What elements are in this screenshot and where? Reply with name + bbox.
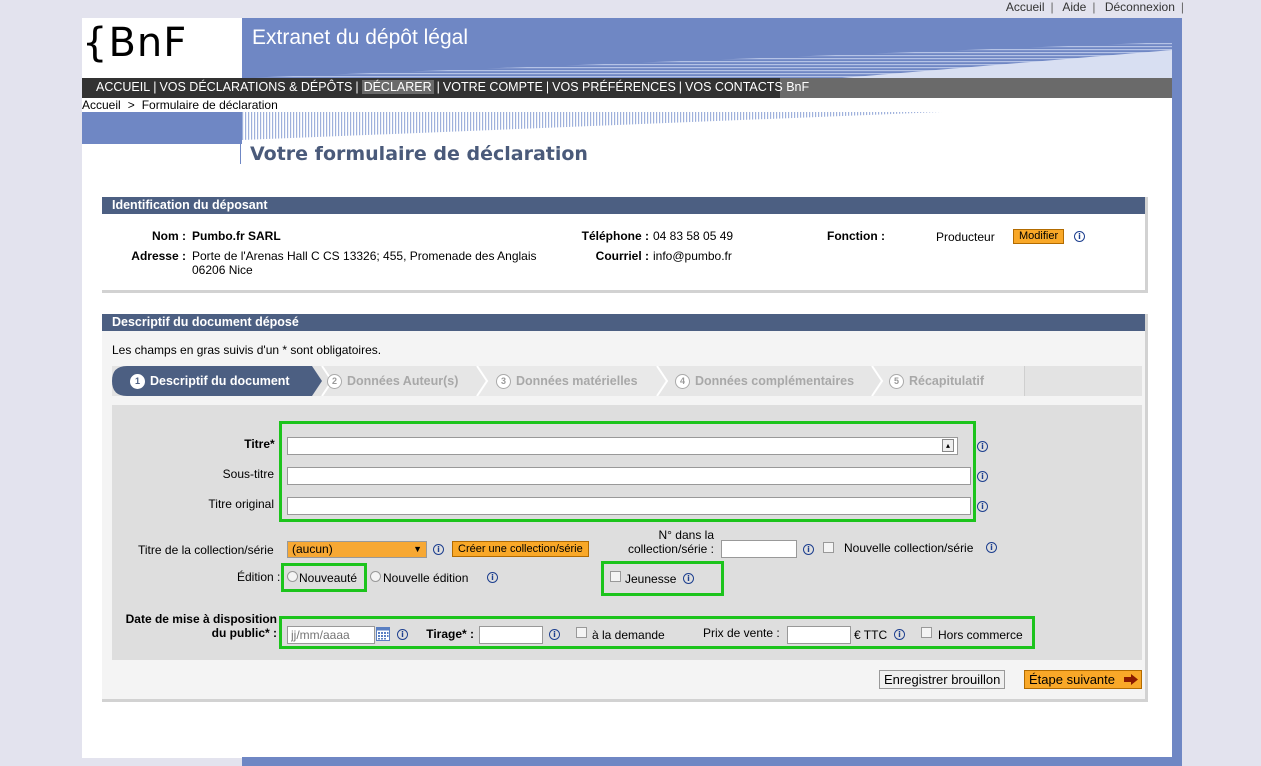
- nouvelle-edition-label: Nouvelle édition: [383, 571, 469, 585]
- top-link-aide[interactable]: Aide: [1062, 0, 1086, 14]
- top-link-accueil[interactable]: Accueil: [1006, 0, 1045, 14]
- soustitre-label: Sous-titre: [222, 467, 274, 481]
- title-wedge: [82, 112, 242, 144]
- page-title: Votre formulaire de déclaration: [250, 143, 588, 165]
- nav-item-compte[interactable]: VOTRE COMPTE: [443, 80, 543, 94]
- telephone-value: 04 83 58 05 49: [653, 229, 734, 243]
- bnf-logo[interactable]: {BnF: [82, 20, 187, 66]
- info-icon-titre-original[interactable]: i: [977, 501, 988, 512]
- nav-item-preferences[interactable]: VOS PRÉFÉRENCES: [552, 80, 676, 94]
- step-5[interactable]: 5 Récapitulatif: [889, 366, 984, 396]
- top-links: Accueil | Aide | Déconnexion |: [1005, 0, 1184, 14]
- nav-bar-right: [780, 78, 1172, 98]
- breadcrumb: Accueil > Formulaire de déclaration: [82, 98, 278, 112]
- adresse-line1: Porte de l'Arenas Hall C CS 13326; 455, …: [192, 249, 537, 263]
- chevron-down-icon: ▼: [413, 544, 422, 554]
- titre-label: Titre* :: [244, 437, 282, 451]
- date-label-line1: Date de mise à disposition: [125, 612, 277, 626]
- courriel-value: info@pumbo.fr: [653, 249, 732, 263]
- info-icon-numero[interactable]: i: [803, 544, 814, 555]
- fonction-value: Producteur: [936, 230, 995, 244]
- step-3-number: 3: [496, 374, 511, 390]
- highlight-nouveaute: [281, 563, 367, 592]
- numero-label-line2: collection/série :: [627, 542, 714, 556]
- info-icon-nouvelle-collection[interactable]: i: [986, 542, 997, 553]
- banner-title: Extranet du dépôt légal: [252, 26, 468, 49]
- step-1-number: 1: [130, 374, 145, 390]
- info-icon-titre[interactable]: i: [977, 441, 988, 452]
- main-nav: ACCUEIL | VOS DÉCLARATIONS & DÉPÔTS | DÉCLAR…: [96, 80, 810, 94]
- create-collection-button[interactable]: Créer une collection/série: [452, 541, 589, 557]
- next-step-label: Étape suivante: [1029, 672, 1116, 687]
- collection-select[interactable]: (aucun) ▼: [287, 541, 427, 558]
- courriel-label: Courriel :: [595, 249, 649, 263]
- step-4-number: 4: [675, 374, 690, 390]
- nav-item-declarations[interactable]: VOS DÉCLARATIONS & DÉPÔTS: [159, 80, 352, 94]
- nav-item-declarer[interactable]: DÉCLARER: [361, 80, 434, 94]
- step-4-label: Données complémentaires: [695, 374, 855, 388]
- step-5-number: 5: [889, 374, 904, 390]
- breadcrumb-current: Formulaire de déclaration: [141, 98, 278, 112]
- info-icon-soustitre[interactable]: i: [977, 471, 988, 482]
- title-hatch: [242, 112, 942, 140]
- adresse-line2: 06206 Nice: [192, 263, 253, 277]
- highlight-titles: [279, 421, 976, 522]
- numero-label-line1: N° dans la: [658, 528, 715, 542]
- collection-selected: (aucun): [292, 542, 333, 556]
- date-label-line2: du public* :: [211, 626, 277, 640]
- bottom-band: [242, 757, 1182, 766]
- info-icon-edition[interactable]: i: [487, 572, 498, 583]
- breadcrumb-accueil[interactable]: Accueil: [82, 98, 121, 112]
- required-note: Les champs en gras suivis d'un * sont ob…: [112, 343, 382, 357]
- step-5-label: Récapitulatif: [909, 374, 985, 388]
- nouvelle-collection-checkbox[interactable]: [823, 542, 834, 553]
- adresse-label: Adresse :: [131, 249, 186, 263]
- step-4[interactable]: 4 Données complémentaires: [675, 366, 854, 396]
- save-draft-button[interactable]: Enregistrer brouillon: [879, 670, 1006, 689]
- modifier-button[interactable]: Modifier: [1013, 229, 1065, 244]
- fonction-label: Fonction :: [827, 229, 885, 243]
- info-icon-collection[interactable]: i: [433, 544, 444, 555]
- nav-item-accueil[interactable]: ACCUEIL: [96, 80, 150, 94]
- nouvelle-collection-label: Nouvelle collection/série: [844, 541, 974, 555]
- step-2[interactable]: 2 Données Auteur(s): [327, 366, 458, 396]
- step-2-label: Données Auteur(s): [347, 374, 459, 388]
- step-1[interactable]: 1 Descriptif du document: [130, 366, 290, 396]
- step-1-label: Descriptif du document: [150, 374, 290, 388]
- edition-label: Édition :: [237, 570, 281, 584]
- nav-item-contacts[interactable]: VOS CONTACTS BnF: [685, 80, 809, 94]
- info-icon-fonction[interactable]: i: [1074, 231, 1085, 242]
- highlight-date-row: [279, 616, 1035, 649]
- arrow-right-icon: [1124, 674, 1138, 685]
- telephone-label: Téléphone :: [581, 229, 649, 243]
- collection-label: Titre de la collection/série: [138, 543, 274, 557]
- step-2-number: 2: [327, 374, 342, 390]
- title-rule: [240, 140, 241, 164]
- right-band: [1172, 18, 1182, 766]
- step-3[interactable]: 3 Données matérielles: [496, 366, 638, 396]
- nom-value: Pumbo.fr SARL: [192, 229, 281, 243]
- document-heading: Descriptif du document déposé: [102, 314, 1145, 331]
- depositor-panel: Identification du déposant: [102, 197, 1148, 293]
- step-3-label: Données matérielles: [516, 374, 638, 388]
- top-link-deconnexion[interactable]: Déconnexion: [1105, 0, 1175, 14]
- next-step-button[interactable]: Étape suivante: [1024, 670, 1142, 689]
- nouvelle-edition-radio[interactable]: [370, 571, 381, 582]
- highlight-jeunesse: [601, 561, 724, 596]
- titre-original-label: Titre original: [208, 497, 274, 511]
- depositor-heading: Identification du déposant: [102, 197, 1145, 214]
- nom-label: Nom :: [152, 229, 186, 243]
- numero-input[interactable]: [721, 540, 797, 558]
